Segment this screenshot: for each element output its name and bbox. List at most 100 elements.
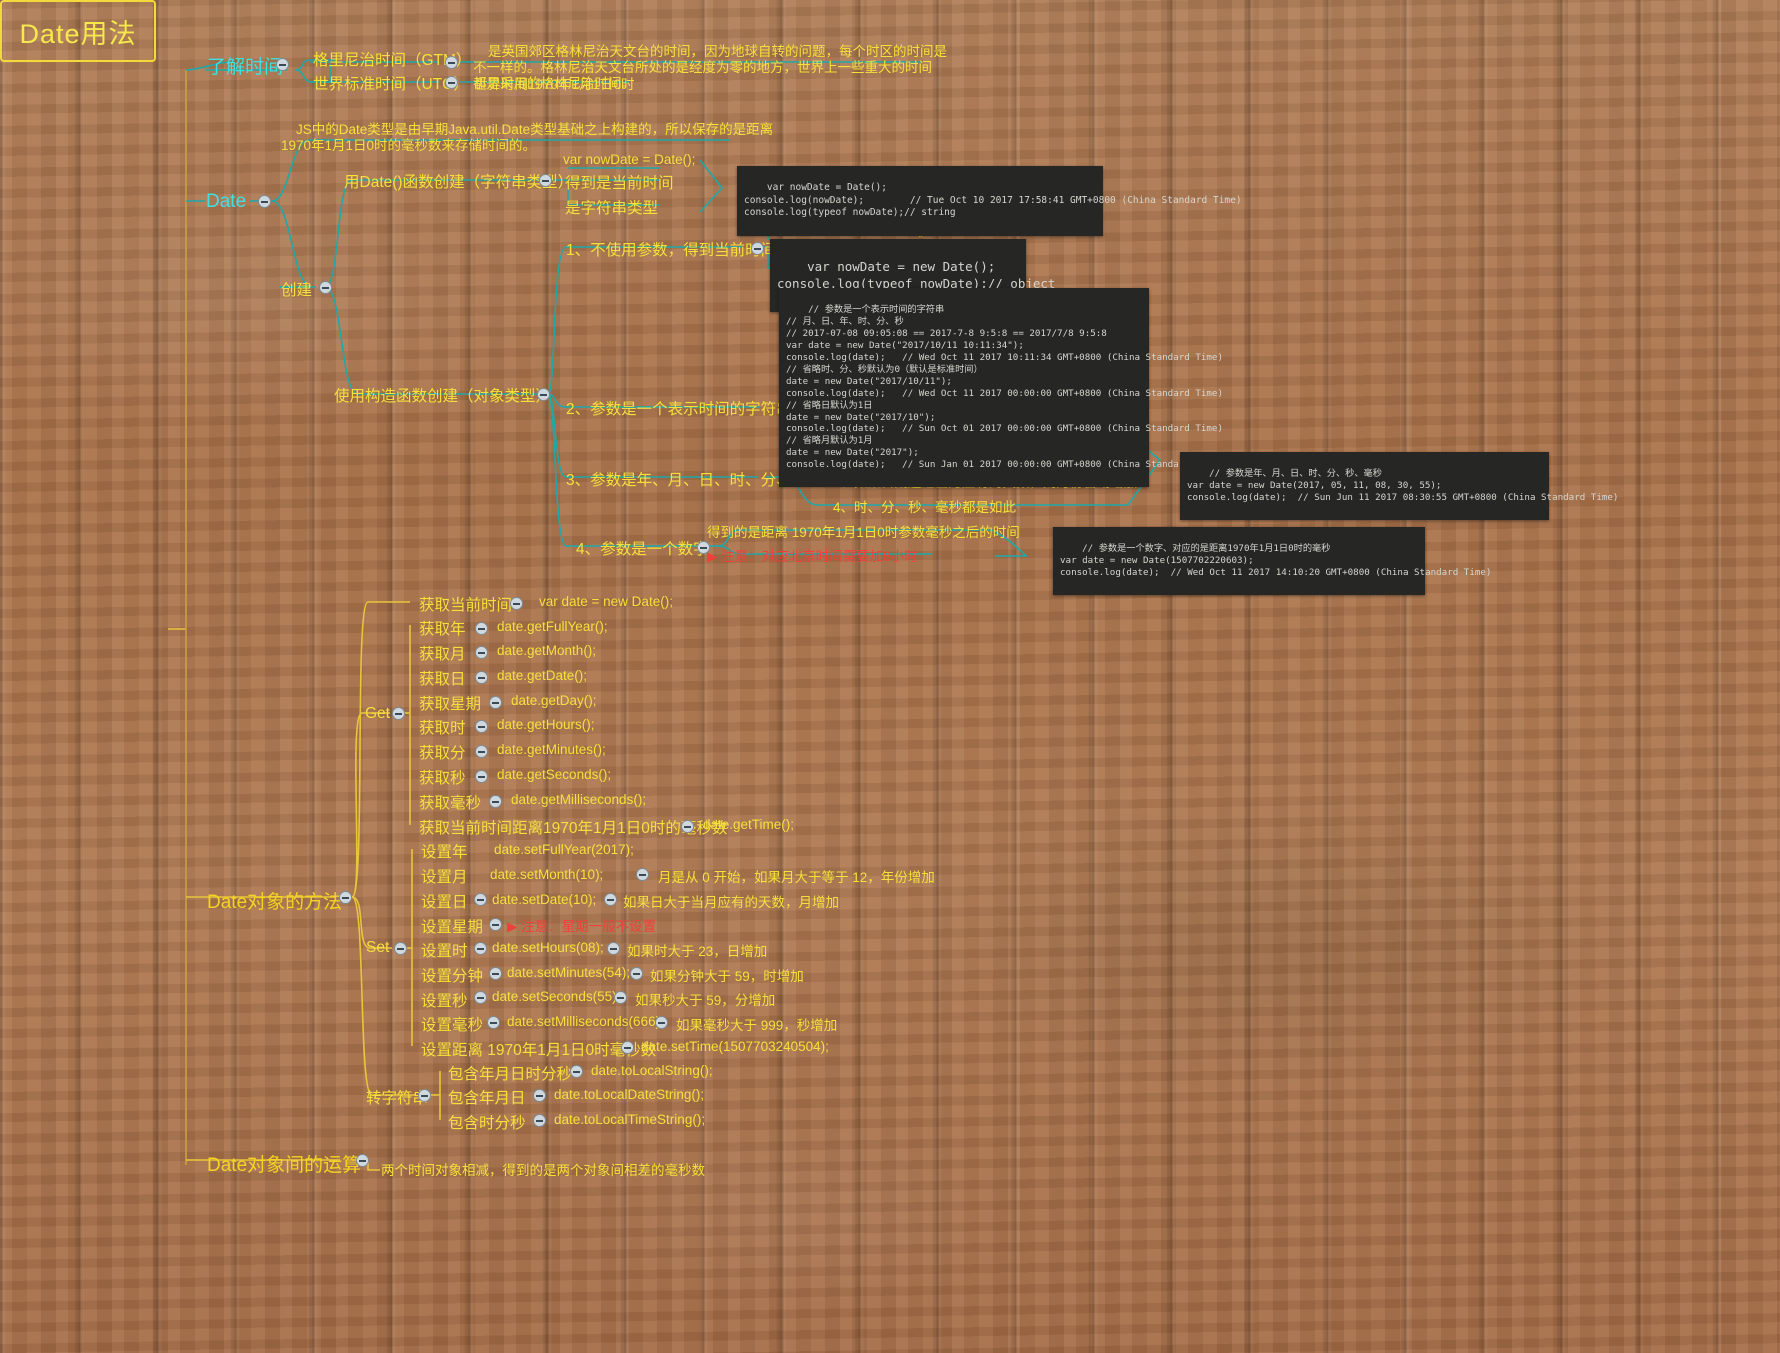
toggle-get-6[interactable] xyxy=(475,770,488,783)
toggle-methods[interactable] xyxy=(339,891,352,904)
toggle-create[interactable] xyxy=(319,281,332,294)
branch-date[interactable]: Date xyxy=(206,191,246,213)
branch-date-label: Date xyxy=(206,191,247,212)
node-create-fn-sub-0-label: 得到是当前时间 xyxy=(565,175,674,192)
row-set-0-label[interactable]: 设置年 xyxy=(421,840,468,862)
node-ctor-4-note-0-text: 得到的是距离 1970年1月1日0时参数毫秒之后的时间 xyxy=(707,525,1020,540)
group-get[interactable]: Get xyxy=(365,705,390,723)
group-set-label: Set xyxy=(366,939,390,956)
toggle-set[interactable] xyxy=(394,942,407,955)
toggle-set-6a[interactable] xyxy=(474,991,487,1004)
node-create-label: 创建 xyxy=(281,282,313,299)
row-get-4-label[interactable]: 获取时 xyxy=(419,716,466,738)
row-set-4-value: date.setHours(08); xyxy=(492,940,604,955)
toggle-date[interactable] xyxy=(258,195,271,208)
toggle-utc[interactable] xyxy=(445,76,458,89)
row-get-0-label-text: 获取年 xyxy=(419,621,466,638)
row-tostring-0-label[interactable]: 包含年月日时分秒 xyxy=(448,1062,572,1084)
toggle-get-3[interactable] xyxy=(489,696,502,709)
toggle-get-0[interactable] xyxy=(475,622,488,635)
toggle-set-2a[interactable] xyxy=(474,893,487,906)
row-set-1-label[interactable]: 设置月 xyxy=(421,865,468,887)
toggle-set-1[interactable] xyxy=(636,868,649,881)
toggle-get[interactable] xyxy=(392,707,405,720)
row-set-3-label[interactable]: 设置星期 xyxy=(421,915,483,937)
row-set-6-label[interactable]: 设置秒 xyxy=(421,989,468,1011)
row-set-7-label[interactable]: 设置毫秒 xyxy=(421,1013,483,1035)
toggle-tostring-2[interactable] xyxy=(533,1114,546,1127)
branch-methods[interactable]: Date对象的方法 xyxy=(207,887,342,914)
toggle-set-8[interactable] xyxy=(621,1041,634,1054)
row-set-1-label-text: 设置月 xyxy=(421,869,468,886)
row-set-2-value: date.setDate(10); xyxy=(492,892,596,907)
row-set-6-value: date.setSeconds(55); xyxy=(492,989,620,1004)
toggle-set-6b[interactable] xyxy=(614,991,627,1004)
row-set-4-value-text: date.setHours(08); xyxy=(492,940,604,955)
row-get-0-label[interactable]: 获取年 xyxy=(419,617,466,639)
row-get-5-label[interactable]: 获取分 xyxy=(419,741,466,763)
row-set-4-label[interactable]: 设置时 xyxy=(421,939,468,961)
node-ctor-2[interactable]: 2、参数是一个表示时间的字符串 xyxy=(566,397,792,419)
row-get-2-label[interactable]: 获取日 xyxy=(419,667,466,689)
branch-understand-time[interactable]: 了解时间 xyxy=(207,52,283,79)
branch-methods-label: Date对象的方法 xyxy=(207,892,343,913)
code-block-single-number-text: // 参数是一个数字、对应的是距离1970年1月1日0时的毫秒 var date… xyxy=(1060,542,1492,578)
node-ctor-2-label: 2、参数是一个表示时间的字符串 xyxy=(566,401,792,418)
root-node[interactable]: Date用法 xyxy=(0,0,156,62)
row-tostring-2-label[interactable]: 包含时分秒 xyxy=(448,1111,526,1133)
row-get-6-label[interactable]: 获取秒 xyxy=(419,766,466,788)
node-operations-child-text: 两个时间对象相减，得到的是两个对象间相差的毫秒数 xyxy=(381,1163,705,1178)
node-create-fn-sub-1[interactable]: 是字符串类型 xyxy=(565,196,658,218)
branch-operations[interactable]: Date对象间的运算 xyxy=(207,1150,361,1177)
node-create[interactable]: 创建 xyxy=(281,278,312,300)
node-create-constructor[interactable]: 使用构造函数创建（对象类型） xyxy=(334,384,551,406)
group-set[interactable]: Set xyxy=(366,939,389,957)
toggle-set-7b[interactable] xyxy=(655,1016,668,1029)
toggle-ctor-1[interactable] xyxy=(751,242,764,255)
toggle-set-4a[interactable] xyxy=(474,942,487,955)
toggle-create-function[interactable] xyxy=(539,174,552,187)
node-ctor-4-note-0: 得到的是距离 1970年1月1日0时参数毫秒之后的时间 xyxy=(707,521,1020,541)
toggle-gtm[interactable] xyxy=(445,56,458,69)
code-block-date-function-text: var nowDate = Date(); console.log(nowDat… xyxy=(744,182,1242,219)
toggle-get-1[interactable] xyxy=(475,646,488,659)
toggle-current-time[interactable] xyxy=(510,597,523,610)
node-ctor-4-label: 4、参数是一个数字 xyxy=(576,541,709,558)
toggle-get-4[interactable] xyxy=(475,720,488,733)
toggle-get-8[interactable] xyxy=(681,820,694,833)
toggle-create-constructor[interactable] xyxy=(537,388,550,401)
toggle-set-7a[interactable] xyxy=(487,1016,500,1029)
toggle-get-7[interactable] xyxy=(489,795,502,808)
toggle-tostring-1[interactable] xyxy=(533,1089,546,1102)
toggle-set-5b[interactable] xyxy=(630,967,643,980)
toggle-set-2b[interactable] xyxy=(604,893,617,906)
row-get-0-value: date.getFullYear(); xyxy=(497,619,608,634)
row-get-1-label[interactable]: 获取月 xyxy=(419,642,466,664)
note-date-intro-text: JS中的Date类型是由早期Java.util.Date类型基础之上构建的，所以… xyxy=(281,121,774,153)
row-tostring-1-value: date.toLocalDateString(); xyxy=(554,1087,704,1102)
node-ctor-4[interactable]: 4、参数是一个数字 xyxy=(576,537,709,559)
row-set-3-label-text: 设置星期 xyxy=(421,919,484,936)
row-set-7-label-text: 设置毫秒 xyxy=(421,1017,484,1034)
row-get-1-label-text: 获取月 xyxy=(419,646,466,663)
toggle-set-5a[interactable] xyxy=(489,967,502,980)
row-tostring-1-label[interactable]: 包含年月日 xyxy=(448,1086,526,1108)
row-set-5-label[interactable]: 设置分钟 xyxy=(421,964,483,986)
row-set-2-label[interactable]: 设置日 xyxy=(421,890,468,912)
node-create-fn-sub-0[interactable]: 得到是当前时间 xyxy=(565,171,674,193)
row-set-2-value-text: date.setDate(10); xyxy=(492,892,597,907)
row-current-time-label[interactable]: 获取当前时间 xyxy=(419,593,512,615)
toggle-understand-time[interactable] xyxy=(276,58,289,71)
node-ctor-1[interactable]: 1、不使用参数，得到当前时间 xyxy=(566,238,776,260)
row-get-3-label[interactable]: 获取星期 xyxy=(419,692,481,714)
toggle-operations[interactable] xyxy=(356,1154,369,1167)
toggle-tostring[interactable] xyxy=(418,1089,431,1102)
toggle-set-3[interactable] xyxy=(489,918,502,931)
row-set-6-label-text: 设置秒 xyxy=(421,993,468,1010)
toggle-get-5[interactable] xyxy=(475,745,488,758)
toggle-set-4b[interactable] xyxy=(607,942,620,955)
toggle-tostring-0[interactable] xyxy=(570,1065,583,1078)
row-get-7-label[interactable]: 获取毫秒 xyxy=(419,791,481,813)
toggle-get-2[interactable] xyxy=(475,671,488,684)
row-set-0-label-text: 设置年 xyxy=(421,844,468,861)
